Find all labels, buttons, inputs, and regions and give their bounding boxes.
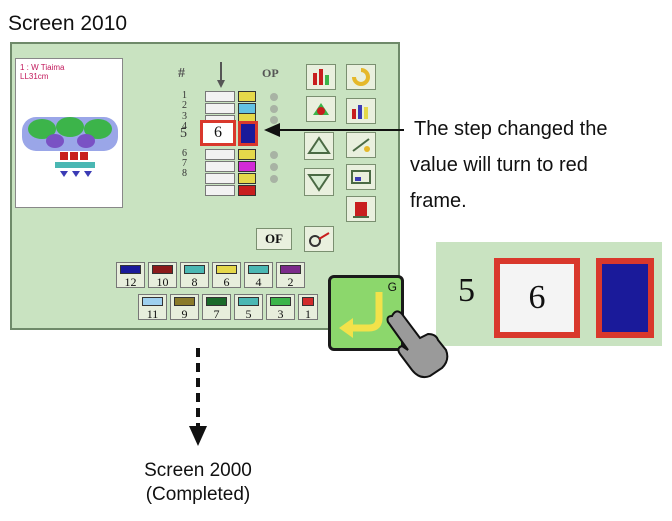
pointer-arrow bbox=[264, 123, 404, 137]
color-cell[interactable] bbox=[238, 149, 256, 160]
palette-button[interactable]: 10 bbox=[148, 262, 177, 289]
scissors-icon bbox=[309, 232, 330, 247]
palette-label: 7 bbox=[213, 307, 220, 321]
design-preview: 1 : W Tiaima LL31cm bbox=[15, 58, 123, 208]
palette-button[interactable]: 3 bbox=[266, 294, 295, 321]
palette-label: 12 bbox=[124, 275, 137, 289]
zoom-value-box: 6 bbox=[494, 258, 580, 338]
row-number-selected: 5 bbox=[180, 126, 187, 141]
palette-label: 9 bbox=[181, 307, 188, 321]
palette-button[interactable]: 12 bbox=[116, 262, 145, 289]
next-screen-label: Screen 2000 bbox=[144, 460, 252, 481]
palette-button[interactable]: 1 bbox=[298, 294, 318, 321]
down-button[interactable] bbox=[304, 168, 334, 196]
palette-button[interactable]: 9 bbox=[170, 294, 199, 321]
scissors-button[interactable] bbox=[304, 226, 334, 252]
palette-button[interactable]: 4 bbox=[244, 262, 273, 289]
down-arrow-icon bbox=[307, 174, 331, 192]
preview-line-2: LL31cm bbox=[20, 72, 49, 81]
palette-label: 6 bbox=[223, 275, 230, 289]
frame-icon bbox=[351, 170, 371, 184]
palette-label: 3 bbox=[277, 307, 284, 321]
palette-button[interactable]: 7 bbox=[202, 294, 231, 321]
palette-label: 1 bbox=[305, 307, 311, 321]
next-screen-status: (Completed) bbox=[145, 484, 251, 505]
frame-button[interactable] bbox=[346, 164, 376, 190]
rotate-button[interactable] bbox=[346, 64, 376, 90]
palette-label: 5 bbox=[245, 307, 252, 321]
color-cell[interactable] bbox=[238, 161, 256, 172]
color-cell[interactable] bbox=[238, 173, 256, 184]
chart-icon bbox=[313, 69, 329, 85]
palette-button[interactable]: 6 bbox=[212, 262, 241, 289]
column-header-number: # bbox=[178, 66, 185, 81]
preview-line-1: 1 : W Tiaima bbox=[20, 63, 65, 72]
zoom-step-number: 5 bbox=[458, 272, 475, 309]
op-indicator bbox=[270, 163, 278, 171]
op-indicator bbox=[270, 151, 278, 159]
color-cell[interactable] bbox=[238, 185, 256, 196]
of-button[interactable]: OF bbox=[256, 228, 292, 250]
step-box[interactable] bbox=[205, 149, 235, 160]
color-cell[interactable] bbox=[238, 91, 256, 102]
chart-edit-button[interactable] bbox=[306, 64, 336, 90]
annotation-line-1: The step changed the bbox=[414, 118, 608, 140]
annotation-line-3: frame. bbox=[410, 190, 467, 212]
zoom-color-box bbox=[596, 258, 654, 338]
step-box[interactable] bbox=[205, 103, 235, 114]
down-flow-arrow bbox=[189, 348, 207, 446]
palette-button[interactable]: 2 bbox=[276, 262, 305, 289]
op-indicator bbox=[270, 93, 278, 101]
pattern-image bbox=[22, 117, 118, 177]
palette-label: 10 bbox=[156, 275, 169, 289]
annotation-line-2: value will turn to red bbox=[410, 154, 588, 176]
palette-button[interactable]: 11 bbox=[138, 294, 167, 321]
palette-label: 4 bbox=[255, 275, 262, 289]
op-indicator bbox=[270, 175, 278, 183]
row-number: 2 bbox=[182, 100, 187, 111]
palette-button[interactable]: 8 bbox=[180, 262, 209, 289]
step-box[interactable] bbox=[205, 161, 235, 172]
op-indicator bbox=[270, 105, 278, 113]
palette-label: 8 bbox=[191, 275, 198, 289]
step-arrow-icon bbox=[217, 62, 225, 88]
stop-icon bbox=[353, 202, 369, 218]
step-box-selected[interactable]: 6 bbox=[200, 120, 236, 146]
palette-button[interactable]: 5 bbox=[234, 294, 263, 321]
palette-label: 2 bbox=[287, 275, 294, 289]
stop-button[interactable] bbox=[346, 196, 376, 222]
palette-label: 11 bbox=[146, 307, 159, 321]
step-box[interactable] bbox=[205, 91, 235, 102]
row-number: 8 bbox=[182, 168, 187, 179]
screen-title: Screen 2010 bbox=[8, 12, 128, 35]
step-box[interactable] bbox=[205, 173, 235, 184]
color-cell-selected[interactable] bbox=[238, 121, 258, 146]
step-box[interactable] bbox=[205, 185, 235, 196]
column-header-op: OP bbox=[262, 66, 279, 80]
zoom-value: 6 bbox=[528, 279, 546, 316]
hand-pointer-icon bbox=[386, 310, 449, 379]
rotate-icon bbox=[352, 68, 370, 86]
